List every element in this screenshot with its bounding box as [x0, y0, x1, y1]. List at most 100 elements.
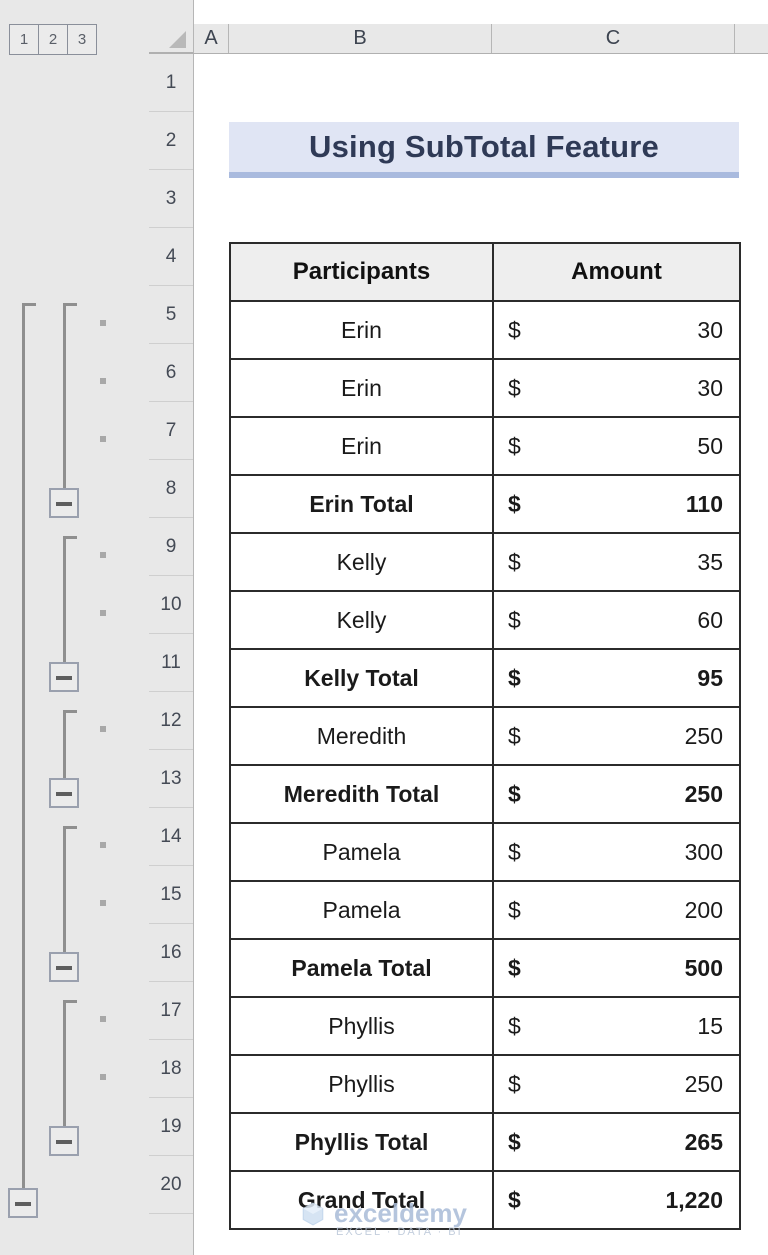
- row-header-5[interactable]: 5: [149, 286, 193, 344]
- table-row[interactable]: Phyllis $ 250: [229, 1054, 741, 1114]
- table-row[interactable]: Erin $ 30: [229, 300, 741, 360]
- row-header-6[interactable]: 6: [149, 344, 193, 402]
- currency-symbol: $: [508, 1186, 521, 1213]
- outline-row-dot: [100, 726, 106, 732]
- outline-collapse-button-meredith[interactable]: [49, 778, 79, 808]
- amount-value: 500: [684, 954, 723, 981]
- outline-kelly-line: [63, 536, 66, 662]
- amount-value: 250: [684, 1070, 723, 1097]
- row-header-19[interactable]: 19: [149, 1098, 193, 1156]
- table-row[interactable]: Erin $ 50: [229, 416, 741, 476]
- currency-symbol: $: [508, 1012, 521, 1039]
- table-row-subtotal[interactable]: Pamela Total $ 500: [229, 938, 741, 998]
- table-row-grand-total[interactable]: Grand Total $ 1,220: [229, 1170, 741, 1230]
- row-header-20[interactable]: 20: [149, 1156, 193, 1214]
- row-header-11[interactable]: 11: [149, 634, 193, 692]
- outline-level-button-2[interactable]: 2: [39, 25, 68, 54]
- row-header-12[interactable]: 12: [149, 692, 193, 750]
- amount-cell: $ 50: [492, 416, 741, 476]
- row-header-17[interactable]: 17: [149, 982, 193, 1040]
- subtotal-data-table: Participants Amount Erin $ 30 Erin $ 30 …: [229, 242, 741, 1230]
- table-row[interactable]: Phyllis $ 15: [229, 996, 741, 1056]
- outline-row-dot: [100, 378, 106, 384]
- amount-cell: $ 265: [492, 1112, 741, 1172]
- row-header-8[interactable]: 8: [149, 460, 193, 518]
- outline-level-button-3[interactable]: 3: [68, 25, 96, 54]
- excel-worksheet: 1 2 3 1 2 3 4 5 6 7 8 9 10 11 12 13 14 1…: [0, 0, 768, 1255]
- amount-cell: $ 30: [492, 358, 741, 418]
- row-header-13[interactable]: 13: [149, 750, 193, 808]
- amount-cell: $ 95: [492, 648, 741, 708]
- table-row[interactable]: Meredith $ 250: [229, 706, 741, 766]
- page-title: Using SubTotal Feature: [308, 129, 660, 164]
- currency-symbol: $: [508, 664, 521, 691]
- currency-symbol: $: [508, 954, 521, 981]
- row-header-9[interactable]: 9: [149, 518, 193, 576]
- row-header-15[interactable]: 15: [149, 866, 193, 924]
- column-header-a[interactable]: A: [194, 24, 229, 53]
- currency-symbol: $: [508, 316, 521, 343]
- outline-collapse-button-pamela[interactable]: [49, 952, 79, 982]
- row-header-3[interactable]: 3: [149, 170, 193, 228]
- column-header-d[interactable]: [735, 24, 768, 53]
- currency-symbol: $: [508, 548, 521, 575]
- table-row-subtotal[interactable]: Erin Total $ 110: [229, 474, 741, 534]
- amount-cell: $ 15: [492, 996, 741, 1056]
- outline-row-dot: [100, 900, 106, 906]
- outline-collapse-button-grand-total[interactable]: [8, 1188, 38, 1218]
- participant-cell: Erin: [229, 358, 494, 418]
- table-row-subtotal[interactable]: Meredith Total $ 250: [229, 764, 741, 824]
- currency-symbol: $: [508, 722, 521, 749]
- table-row[interactable]: Erin $ 30: [229, 358, 741, 418]
- select-all-corner[interactable]: [149, 24, 194, 53]
- outline-collapse-button-phyllis[interactable]: [49, 1126, 79, 1156]
- table-row-subtotal[interactable]: Kelly Total $ 95: [229, 648, 741, 708]
- participant-cell: Pamela: [229, 822, 494, 882]
- table-row[interactable]: Pamela $ 200: [229, 880, 741, 940]
- column-header-amount: Amount: [492, 242, 741, 302]
- participant-cell: Erin Total: [229, 474, 494, 534]
- amount-cell: $ 250: [492, 706, 741, 766]
- amount-cell: $ 300: [492, 822, 741, 882]
- participant-cell: Pamela Total: [229, 938, 494, 998]
- table-row[interactable]: Kelly $ 60: [229, 590, 741, 650]
- amount-cell: $ 250: [492, 764, 741, 824]
- outline-collapse-button-kelly[interactable]: [49, 662, 79, 692]
- amount-value: 50: [697, 432, 723, 459]
- table-row-subtotal[interactable]: Phyllis Total $ 265: [229, 1112, 741, 1172]
- currency-symbol: $: [508, 1070, 521, 1097]
- amount-value: 250: [684, 722, 723, 749]
- amount-value: 265: [684, 1128, 723, 1155]
- participant-cell: Meredith Total: [229, 764, 494, 824]
- row-header-10[interactable]: 10: [149, 576, 193, 634]
- currency-symbol: $: [508, 1128, 521, 1155]
- row-header-4[interactable]: 4: [149, 228, 193, 286]
- grid-body: Using SubTotal Feature Participants Amou…: [194, 54, 768, 1255]
- amount-cell: $ 500: [492, 938, 741, 998]
- row-header-2[interactable]: 2: [149, 112, 193, 170]
- row-header-16[interactable]: 16: [149, 924, 193, 982]
- row-header-7[interactable]: 7: [149, 402, 193, 460]
- currency-symbol: $: [508, 780, 521, 807]
- outline-erin-line: [63, 303, 66, 488]
- currency-symbol: $: [508, 838, 521, 865]
- table-row[interactable]: Pamela $ 300: [229, 822, 741, 882]
- amount-cell: $ 35: [492, 532, 741, 592]
- row-header-14[interactable]: 14: [149, 808, 193, 866]
- participant-cell: Erin: [229, 300, 494, 360]
- outline-row-dot: [100, 842, 106, 848]
- outline-level-buttons[interactable]: 1 2 3: [9, 24, 97, 55]
- amount-value: 35: [697, 548, 723, 575]
- row-header-18[interactable]: 18: [149, 1040, 193, 1098]
- outline-level-button-1[interactable]: 1: [10, 25, 39, 54]
- outline-row-dot: [100, 610, 106, 616]
- amount-value: 250: [684, 780, 723, 807]
- column-header-b[interactable]: B: [229, 24, 492, 53]
- amount-cell: $ 200: [492, 880, 741, 940]
- row-header-1[interactable]: 1: [149, 54, 193, 112]
- table-row[interactable]: Kelly $ 35: [229, 532, 741, 592]
- column-header-c[interactable]: C: [492, 24, 735, 53]
- outline-pane: 1 2 3: [0, 0, 149, 1255]
- participant-cell: Erin: [229, 416, 494, 476]
- outline-collapse-button-erin[interactable]: [49, 488, 79, 518]
